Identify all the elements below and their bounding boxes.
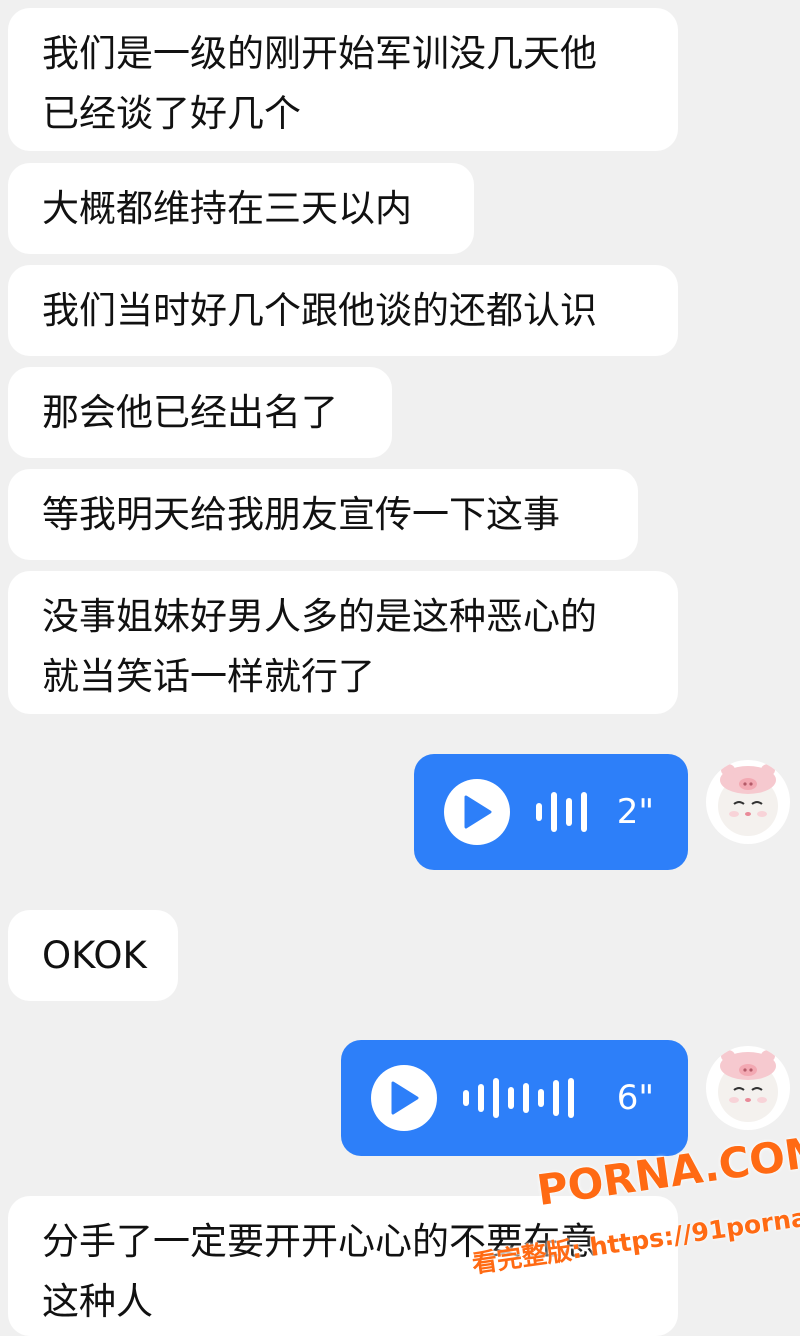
voice-message[interactable]: 6" <box>341 1040 688 1156</box>
incoming-message[interactable]: 我们是一级的刚开始军训没几天他 已经谈了好几个 <box>8 8 678 151</box>
voice-duration: 2" <box>616 792 654 832</box>
incoming-message[interactable]: OKOK <box>8 910 178 1001</box>
incoming-message[interactable]: 等我明天给我朋友宣传一下这事 <box>8 469 638 560</box>
incoming-message[interactable]: 那会他已经出名了 <box>8 367 392 458</box>
play-icon[interactable] <box>371 1065 437 1131</box>
voice-waveform-icon <box>463 1078 574 1118</box>
play-icon[interactable] <box>444 779 510 845</box>
avatar[interactable] <box>706 760 790 844</box>
voice-message[interactable]: 2" <box>414 754 688 870</box>
voice-duration: 6" <box>616 1078 654 1118</box>
incoming-message[interactable]: 大概都维持在三天以内 <box>8 163 474 254</box>
incoming-message[interactable]: 没事姐妹好男人多的是这种恶心的 就当笑话一样就行了 <box>8 571 678 714</box>
incoming-message[interactable]: 我们当时好几个跟他谈的还都认识 <box>8 265 678 356</box>
voice-waveform-icon <box>536 792 587 832</box>
avatar[interactable] <box>706 1046 790 1130</box>
